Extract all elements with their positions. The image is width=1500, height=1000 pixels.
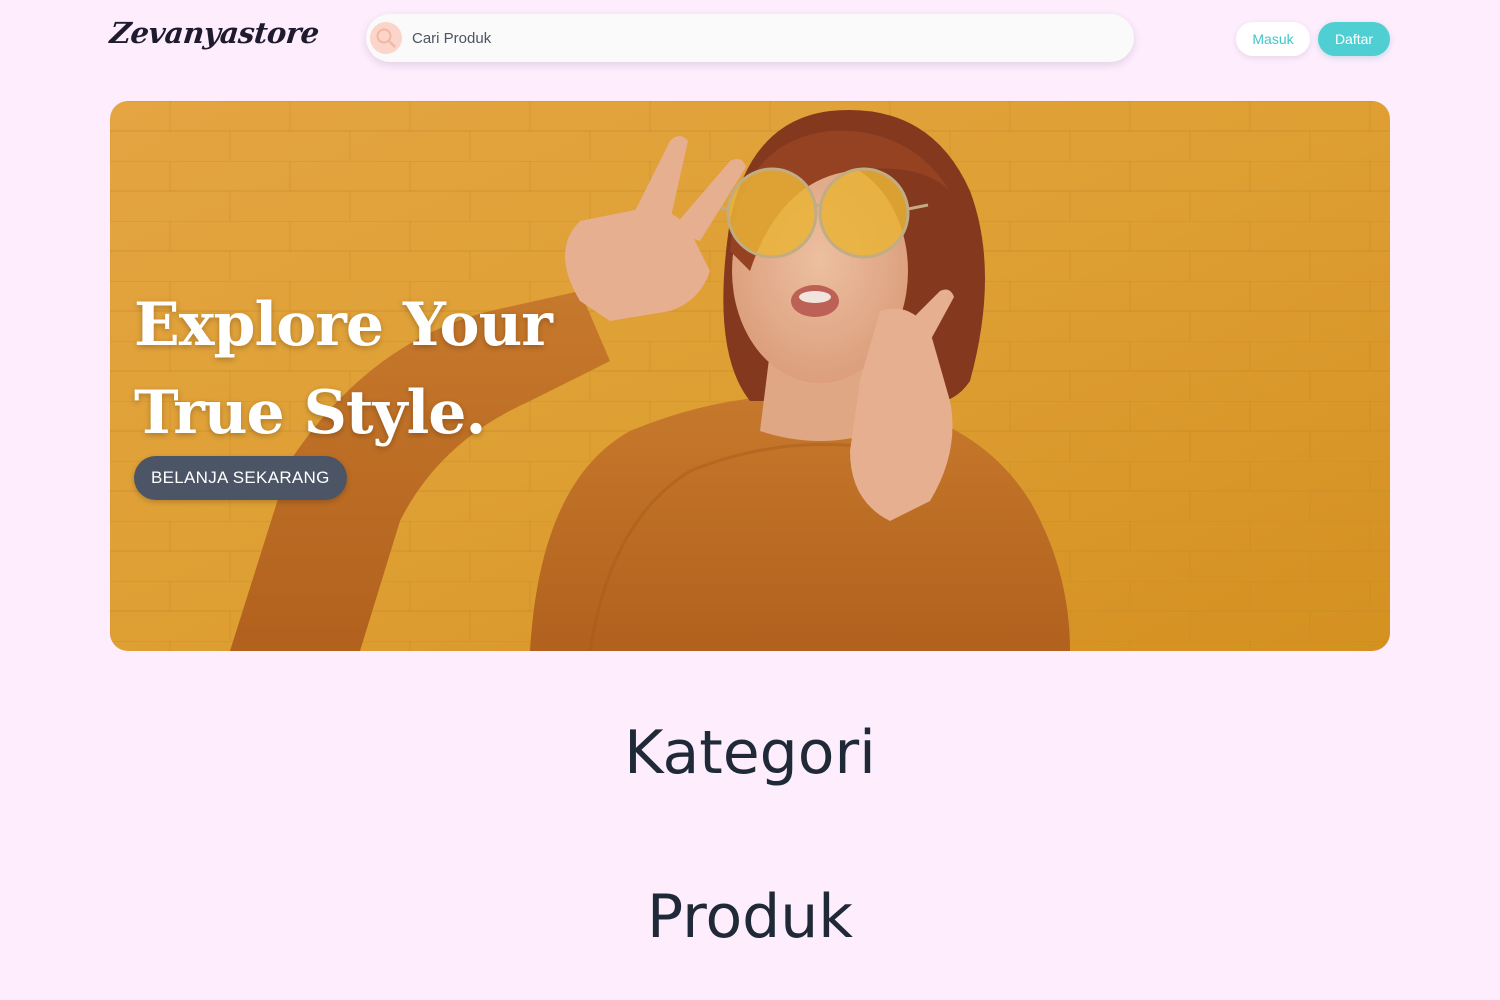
hero-title-line-1: Explore Your [134,290,553,360]
shop-now-button[interactable]: BELANJA SEKARANG [134,456,347,500]
search-input[interactable] [412,14,1112,62]
hero-title-line-2: True Style. [134,378,486,448]
login-button[interactable]: Masuk [1236,22,1310,56]
site-logo[interactable]: Zevanyastore [108,16,320,50]
register-button[interactable]: Daftar [1318,22,1390,56]
hero-banner: Explore Your True Style. BELANJA SEKARAN… [110,101,1390,651]
hero-title: Explore Your True Style. [134,281,553,457]
search-bar[interactable] [366,14,1134,62]
category-section-title: Kategori [624,718,876,788]
product-section-title: Produk [646,882,854,952]
search-icon[interactable] [370,22,402,54]
